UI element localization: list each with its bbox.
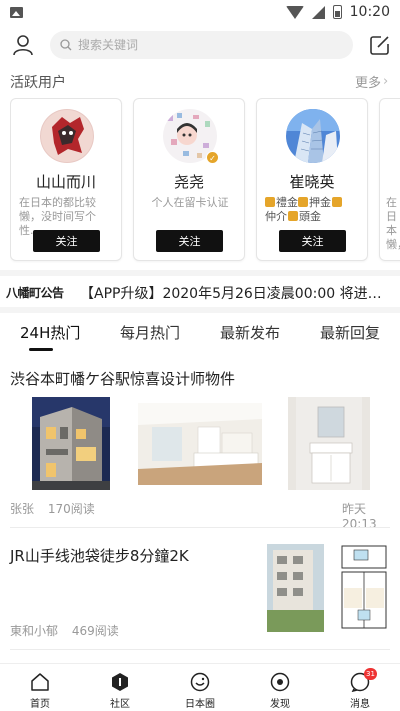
gallery-notification-icon (10, 6, 23, 18)
divider (10, 649, 390, 650)
more-link[interactable]: 更多 › (355, 72, 388, 91)
nav-label: 社区 (110, 699, 130, 710)
post-reads: 469阅读 (71, 624, 119, 638)
more-label: 更多 (355, 76, 382, 91)
active-users-title: 活跃用户 (10, 75, 66, 91)
post-meta: 東和小郁 469阅读 (10, 622, 119, 639)
coin-icon (332, 197, 342, 207)
coin-icon (265, 197, 275, 207)
nav-community[interactable]: 社区 (80, 664, 160, 711)
tab-24h-hot[interactable]: 24H热门 (20, 322, 80, 343)
community-icon (112, 673, 128, 691)
tag: 押金 (298, 196, 343, 209)
tab-latest-replies[interactable]: 最新回复 (320, 322, 380, 343)
post-author[interactable]: 東和小郁 (10, 624, 58, 638)
user-card[interactable]: 山山而川 在日本的都比较懒，没时间写个性... 关注 (10, 98, 122, 261)
discover-icon (270, 672, 290, 692)
signal-icon (311, 5, 325, 19)
post-title[interactable]: JR山手线池袋徒步8分鐘2K (10, 545, 189, 566)
user-card[interactable]: 崔晓英 禮金 押金 仲介 頭金 关注 (256, 98, 368, 261)
nav-discover[interactable]: 发现 (240, 664, 320, 711)
nav-japan-circle[interactable]: 日本圈 (160, 664, 240, 711)
tag: 仲介 頭金 (265, 210, 321, 223)
user-tags: 禮金 押金 仲介 頭金 (265, 196, 365, 224)
section-divider (0, 270, 400, 276)
top-bar (0, 28, 400, 64)
compose-icon[interactable] (369, 34, 391, 56)
coin-icon (298, 197, 308, 207)
nav-home[interactable]: 首页 (0, 664, 80, 711)
notice-text[interactable]: 【APP升级】2020年5月26日凌晨00:00 将进行... (80, 283, 394, 303)
home-icon (31, 673, 49, 691)
post-reads: 170阅读 (47, 502, 95, 516)
post-title[interactable]: 渋谷本町幡ケ谷駅惊喜设计师物件 (10, 368, 235, 389)
wifi-icon (285, 5, 304, 19)
post-thumbnail[interactable] (288, 397, 370, 490)
follow-button[interactable]: 关注 (33, 230, 100, 252)
user-card[interactable]: 在日本懒， (379, 98, 400, 261)
coin-icon (288, 211, 298, 221)
user-description: 个人在留卡认证 (151, 196, 229, 209)
tab-monthly-hot[interactable]: 每月热门 (120, 322, 180, 343)
search-bar[interactable] (50, 31, 353, 59)
unread-badge: 31 (364, 668, 377, 680)
divider (10, 527, 390, 528)
post-thumbnail[interactable] (267, 544, 324, 632)
follow-button[interactable]: 关注 (279, 230, 346, 252)
nav-label: 日本圈 (185, 699, 215, 710)
nav-label: 发现 (270, 699, 290, 710)
post-author[interactable]: 张张 (10, 502, 34, 516)
tab-latest-posts[interactable]: 最新发布 (220, 322, 280, 343)
post-thumbnail[interactable] (338, 544, 390, 632)
search-input[interactable] (78, 38, 328, 52)
avatar[interactable] (40, 109, 94, 163)
battery-icon (332, 5, 342, 19)
post-meta: 张张 170阅读 (10, 500, 95, 517)
user-name: 崔晓英 (289, 173, 335, 191)
feed-tabs: 24H热门 每月热门 最新发布 最新回复 (0, 318, 400, 351)
nav-label: 首页 (30, 699, 50, 710)
nav-messages[interactable]: 31 消息 (320, 664, 400, 711)
user-name: 山山而川 (35, 173, 96, 191)
verified-badge-icon: ✓ (206, 151, 219, 164)
avatar[interactable] (286, 109, 340, 163)
user-profile-icon[interactable] (12, 34, 34, 56)
user-card[interactable]: ✓ 尧尧 个人在留卡认证 关注 (133, 98, 245, 261)
status-time: 10:20 (349, 4, 390, 20)
chevron-right-icon: › (383, 74, 389, 89)
nav-label: 消息 (350, 699, 370, 710)
post-thumbnail[interactable] (32, 397, 110, 490)
section-divider (0, 307, 400, 313)
bottom-nav: 首页 社区 日本圈 发现 31 消息 (0, 663, 400, 711)
follow-button[interactable]: 关注 (156, 230, 223, 252)
post-thumbnail[interactable] (138, 403, 262, 485)
search-icon (60, 39, 72, 51)
user-name: 尧尧 (173, 173, 204, 191)
active-users-carousel[interactable]: 山山而川 在日本的都比较懒，没时间写个性... 关注 ✓ 尧尧 个人在留卡认证 … (10, 98, 400, 263)
tag: 禮金 (265, 196, 298, 209)
active-tab-indicator (29, 348, 53, 351)
japan-circle-icon (190, 672, 210, 692)
user-description: 在日本懒， (386, 196, 400, 251)
notice-logo: 八幡町公告 (6, 286, 64, 300)
status-bar: 10:20 (0, 0, 400, 24)
